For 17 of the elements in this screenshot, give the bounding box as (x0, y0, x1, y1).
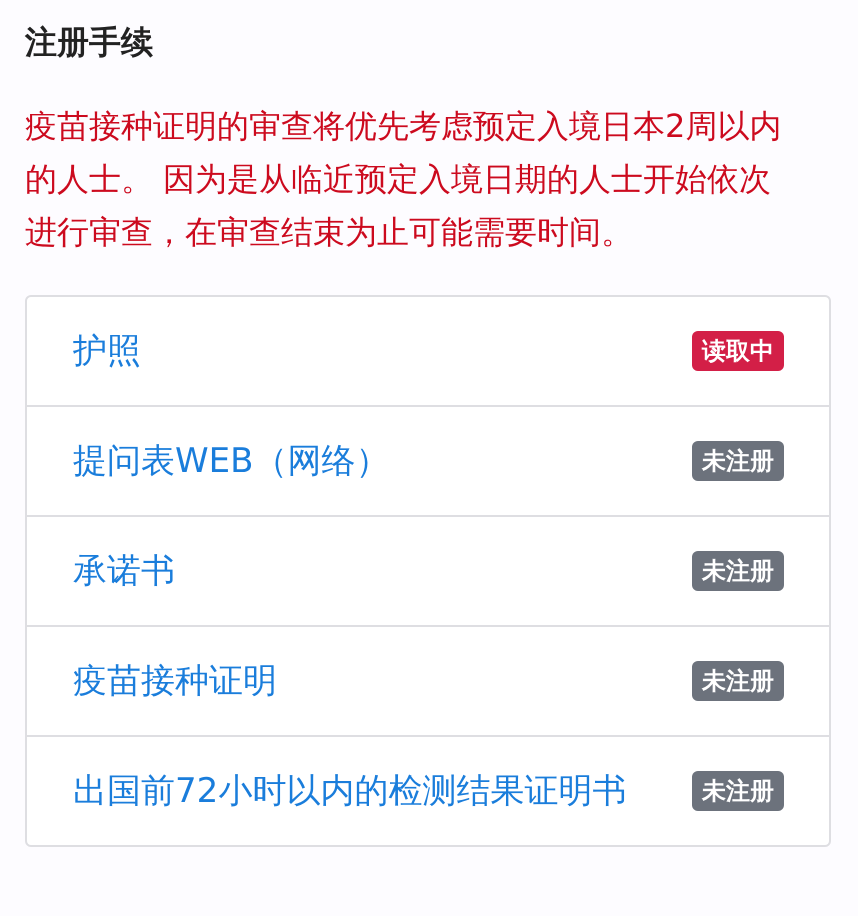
item-label: 护照 (73, 330, 141, 373)
item-label: 出国前72小时以内的检测结果证明书 (73, 770, 626, 813)
list-item[interactable]: 出国前72小时以内的检测结果证明书 未注册 (27, 735, 829, 845)
list-item[interactable]: 护照 读取中 (27, 297, 829, 405)
status-badge: 读取中 (692, 331, 784, 371)
status-badge: 未注册 (692, 771, 784, 811)
status-badge: 未注册 (692, 441, 784, 481)
status-badge: 未注册 (692, 661, 784, 701)
section-title: 注册手续 (25, 22, 154, 62)
list-item[interactable]: 承诺书 未注册 (27, 515, 829, 625)
list-item[interactable]: 疫苗接种证明 未注册 (27, 625, 829, 735)
status-badge: 未注册 (692, 551, 784, 591)
item-label: 提问表WEB（网络） (73, 440, 390, 483)
item-label: 疫苗接种证明 (73, 660, 277, 703)
notice-text: 疫苗接种证明的审查将优先考虑预定入境日本2周以内的人士。 因为是从临近预定入境日期的人士开始依次进行审查，在审查结束为止可能需要时间。 (25, 106, 782, 253)
list-item[interactable]: 提问表WEB（网络） 未注册 (27, 405, 829, 515)
item-label: 承诺书 (73, 550, 175, 593)
